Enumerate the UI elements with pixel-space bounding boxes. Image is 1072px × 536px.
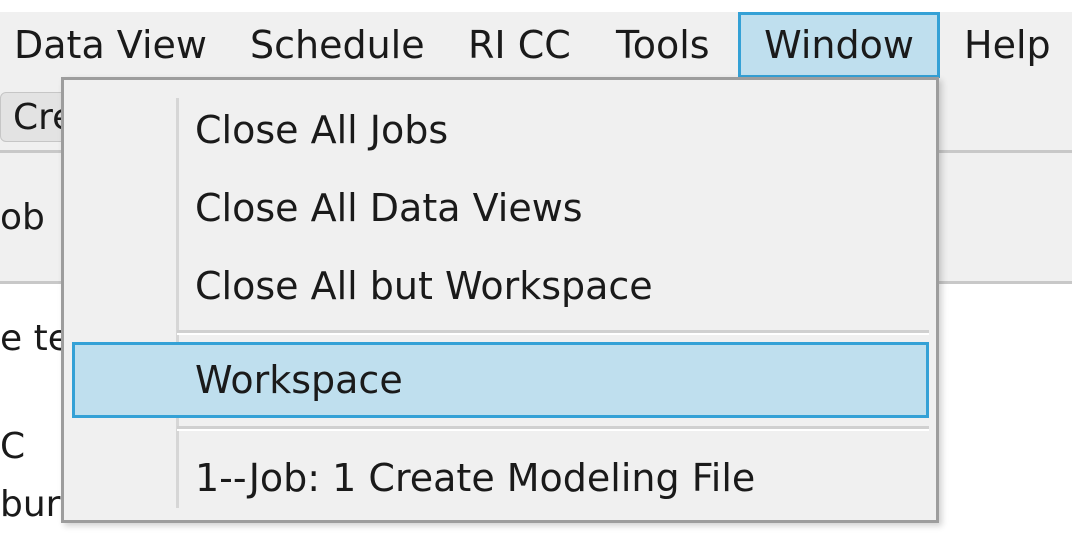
menu-separator bbox=[177, 330, 929, 335]
menu-item-label: Close All but Workspace bbox=[195, 264, 653, 308]
menu-bar: Data View Schedule RI CC Tools Window He… bbox=[0, 12, 1072, 78]
menu-item-close-all-data-views[interactable]: Close All Data Views bbox=[64, 170, 936, 246]
menu-data-view[interactable]: Data View bbox=[14, 12, 207, 78]
menu-item-label: 1--Job: 1 Create Modeling File bbox=[195, 456, 756, 500]
content-text-line: bur bbox=[0, 484, 61, 525]
menu-item-close-all-jobs[interactable]: Close All Jobs bbox=[64, 92, 936, 168]
menu-window[interactable]: Window bbox=[738, 12, 940, 78]
menu-schedule[interactable]: Schedule bbox=[250, 12, 425, 78]
menu-item-job-1[interactable]: 1--Job: 1 Create Modeling File bbox=[64, 440, 936, 516]
menu-help[interactable]: Help bbox=[964, 12, 1051, 78]
menu-ri-cc[interactable]: RI CC bbox=[468, 12, 571, 78]
menu-item-label: Close All Data Views bbox=[195, 186, 583, 230]
menu-item-label: Close All Jobs bbox=[195, 108, 449, 152]
menu-item-workspace[interactable]: Workspace bbox=[72, 342, 929, 418]
window-menu-dropdown: Close All Jobs Close All Data Views Clos… bbox=[61, 77, 939, 523]
menu-item-label: Workspace bbox=[195, 358, 403, 402]
job-tab[interactable]: ob bbox=[0, 195, 45, 241]
content-text-line: C bbox=[0, 426, 26, 467]
menu-separator bbox=[177, 426, 929, 431]
menu-item-close-all-but-workspace[interactable]: Close All but Workspace bbox=[64, 248, 936, 324]
menu-tools[interactable]: Tools bbox=[616, 12, 710, 78]
content-text-line: e te bbox=[0, 318, 70, 359]
